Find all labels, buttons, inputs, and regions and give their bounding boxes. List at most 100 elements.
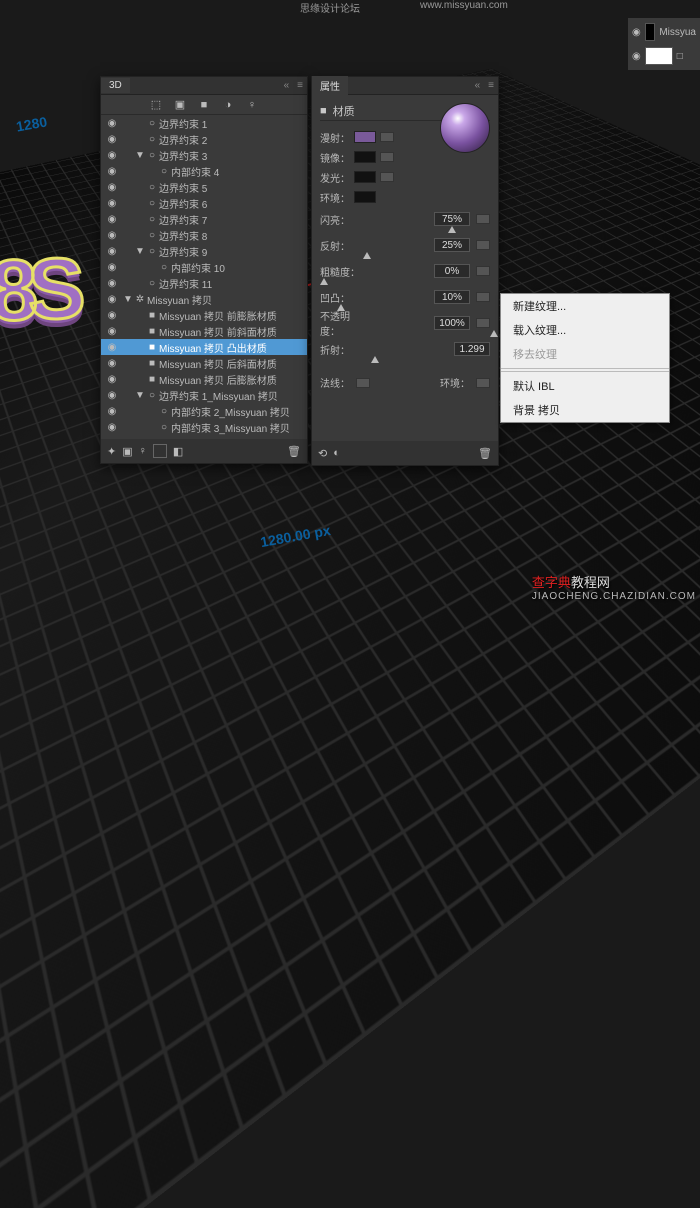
slider-texture-icon[interactable]	[476, 240, 490, 250]
eye-icon[interactable]: ◉	[105, 326, 119, 337]
disclosure-icon[interactable]: ▼	[135, 150, 145, 161]
eye-icon[interactable]: ◉	[105, 294, 119, 305]
slider-track[interactable]	[320, 229, 490, 235]
slider-texture-icon[interactable]	[476, 292, 490, 302]
tree-row[interactable]: ◉○边界约束 5	[101, 179, 307, 195]
eye-icon[interactable]: ◉	[105, 278, 119, 289]
tree-row[interactable]: ◉○边界约束 2	[101, 131, 307, 147]
slider-thumb-icon[interactable]	[371, 356, 379, 363]
slider-track[interactable]	[320, 359, 490, 365]
diffuse-texture-icon[interactable]	[380, 132, 394, 142]
slider-texture-icon[interactable]	[476, 266, 490, 276]
diffuse-swatch[interactable]	[354, 131, 376, 143]
eye-icon[interactable]: ◉	[105, 310, 119, 321]
props-back-icon[interactable]: ⟲	[318, 447, 327, 460]
eye-icon[interactable]: ◉	[105, 182, 119, 193]
eye-icon[interactable]: ◉	[105, 262, 119, 273]
tree-row[interactable]: ◉○边界约束 11	[101, 275, 307, 291]
specular-swatch[interactable]	[354, 151, 376, 163]
tree-row[interactable]: ◉○内部约束 4	[101, 163, 307, 179]
filter-mesh-icon[interactable]: ▣	[173, 98, 187, 111]
slider-value-field[interactable]: 75%	[434, 212, 470, 226]
filter-all-icon[interactable]: ⬚	[149, 98, 163, 111]
tree-row[interactable]: ◉○边界约束 7	[101, 211, 307, 227]
slider-thumb-icon[interactable]	[490, 330, 498, 337]
eye-icon[interactable]: ◉	[105, 214, 119, 225]
slider-thumb-icon[interactable]	[448, 226, 456, 233]
slider-track[interactable]	[320, 255, 490, 261]
normals-texture-icon[interactable]	[356, 378, 370, 388]
tree-row[interactable]: ◉▼○边界约束 4_Missyuan 拷贝	[101, 435, 307, 437]
trash-icon[interactable]: 🗑	[287, 445, 301, 458]
tree-row[interactable]: ◉■Missyuan 拷贝 后斜面材质	[101, 355, 307, 371]
picker-icon[interactable]: ✦	[107, 445, 116, 458]
tree-row[interactable]: ◉○内部约束 2_Missyuan 拷贝	[101, 403, 307, 419]
new-icon[interactable]: ◧	[173, 445, 183, 458]
material-preview-sphere[interactable]	[440, 103, 490, 153]
filter-light-icon[interactable]: ◑	[221, 99, 235, 111]
slider-value-field[interactable]: 0%	[434, 264, 470, 278]
filter-material-icon[interactable]: ■	[197, 99, 211, 111]
render-button[interactable]	[153, 444, 167, 458]
env-texture-icon[interactable]	[476, 378, 490, 388]
slider-value-field[interactable]: 1.299	[454, 342, 490, 356]
glow-texture-icon[interactable]	[380, 172, 394, 182]
slider-value-field[interactable]: 100%	[434, 316, 470, 330]
disclosure-icon[interactable]: ▼	[135, 390, 145, 401]
props-sphere-icon[interactable]: ◐	[333, 447, 340, 459]
eye-icon[interactable]: ◉	[105, 422, 119, 433]
tree-row[interactable]: ◉○内部约束 10	[101, 259, 307, 275]
context-menu-item[interactable]: 新建纹理...	[501, 294, 669, 318]
scene-tree[interactable]: ◉○边界约束 1◉○边界约束 2◉▼○边界约束 3◉○内部约束 4◉○边界约束 …	[101, 115, 307, 437]
slider-value-field[interactable]: 10%	[434, 290, 470, 304]
slider-track[interactable]	[320, 281, 490, 287]
eye-icon[interactable]: ◉	[105, 246, 119, 257]
props-trash-icon[interactable]: 🗑	[478, 447, 492, 460]
panel-3d-menu-icon[interactable]: ≡	[293, 80, 307, 91]
layer-row-background[interactable]: ◉ □	[628, 44, 700, 68]
panel-props-menu-icon[interactable]: ≡	[484, 80, 498, 91]
tree-row[interactable]: ◉○边界约束 8	[101, 227, 307, 243]
slider-thumb-icon[interactable]	[320, 278, 328, 285]
light-icon[interactable]: ♀	[139, 445, 147, 457]
filter-bulb-icon[interactable]: ♀	[245, 99, 259, 111]
tree-row[interactable]: ◉▼○边界约束 3	[101, 147, 307, 163]
eye-icon[interactable]: ◉	[105, 342, 119, 353]
layer-row-object[interactable]: ◉ Missyua	[628, 20, 700, 44]
slider-texture-icon[interactable]	[476, 214, 490, 224]
tree-row[interactable]: ◉■Missyuan 拷贝 前斜面材质	[101, 323, 307, 339]
ambient-swatch[interactable]	[354, 191, 376, 203]
eye-icon[interactable]: ◉	[105, 166, 119, 177]
layer-thumb-bg[interactable]	[645, 47, 673, 65]
tree-row[interactable]: ◉○边界约束 1	[101, 115, 307, 131]
slider-value-field[interactable]: 25%	[434, 238, 470, 252]
slider-track[interactable]	[320, 307, 490, 313]
eye-icon[interactable]: ◉	[105, 134, 119, 145]
eye-icon[interactable]: ◉	[105, 390, 119, 401]
eye-icon[interactable]: ◉	[632, 51, 641, 62]
tree-row[interactable]: ◉■Missyuan 拷贝 凸出材质	[101, 339, 307, 355]
eye-icon[interactable]: ◉	[105, 230, 119, 241]
slider-texture-icon[interactable]	[476, 318, 490, 328]
disclosure-icon[interactable]: ▼	[123, 294, 133, 305]
tab-3d[interactable]: 3D	[101, 78, 130, 93]
tree-row[interactable]: ◉▼○边界约束 9	[101, 243, 307, 259]
tree-row[interactable]: ◉■Missyuan 拷贝 后膨胀材质	[101, 371, 307, 387]
panel-3d-collapse-icon[interactable]: «	[280, 80, 294, 91]
context-menu-item[interactable]: 载入纹理...	[501, 318, 669, 342]
context-menu-item[interactable]: 背景 拷贝	[501, 398, 669, 422]
tree-row[interactable]: ◉○内部约束 3_Missyuan 拷贝	[101, 419, 307, 435]
eye-icon[interactable]: ◉	[105, 406, 119, 417]
tree-row[interactable]: ◉○边界约束 6	[101, 195, 307, 211]
tree-row[interactable]: ◉■Missyuan 拷贝 前膨胀材质	[101, 307, 307, 323]
slider-track[interactable]	[320, 333, 490, 339]
camera-icon[interactable]: ▣	[122, 445, 132, 458]
eye-icon[interactable]: ◉	[105, 118, 119, 129]
slider-thumb-icon[interactable]	[337, 304, 345, 311]
eye-icon[interactable]: ◉	[105, 374, 119, 385]
context-menu-item[interactable]: 默认 IBL	[501, 374, 669, 398]
slider-thumb-icon[interactable]	[363, 252, 371, 259]
eye-icon[interactable]: ◉	[105, 198, 119, 209]
specular-texture-icon[interactable]	[380, 152, 394, 162]
tree-row[interactable]: ◉▼○边界约束 1_Missyuan 拷贝	[101, 387, 307, 403]
